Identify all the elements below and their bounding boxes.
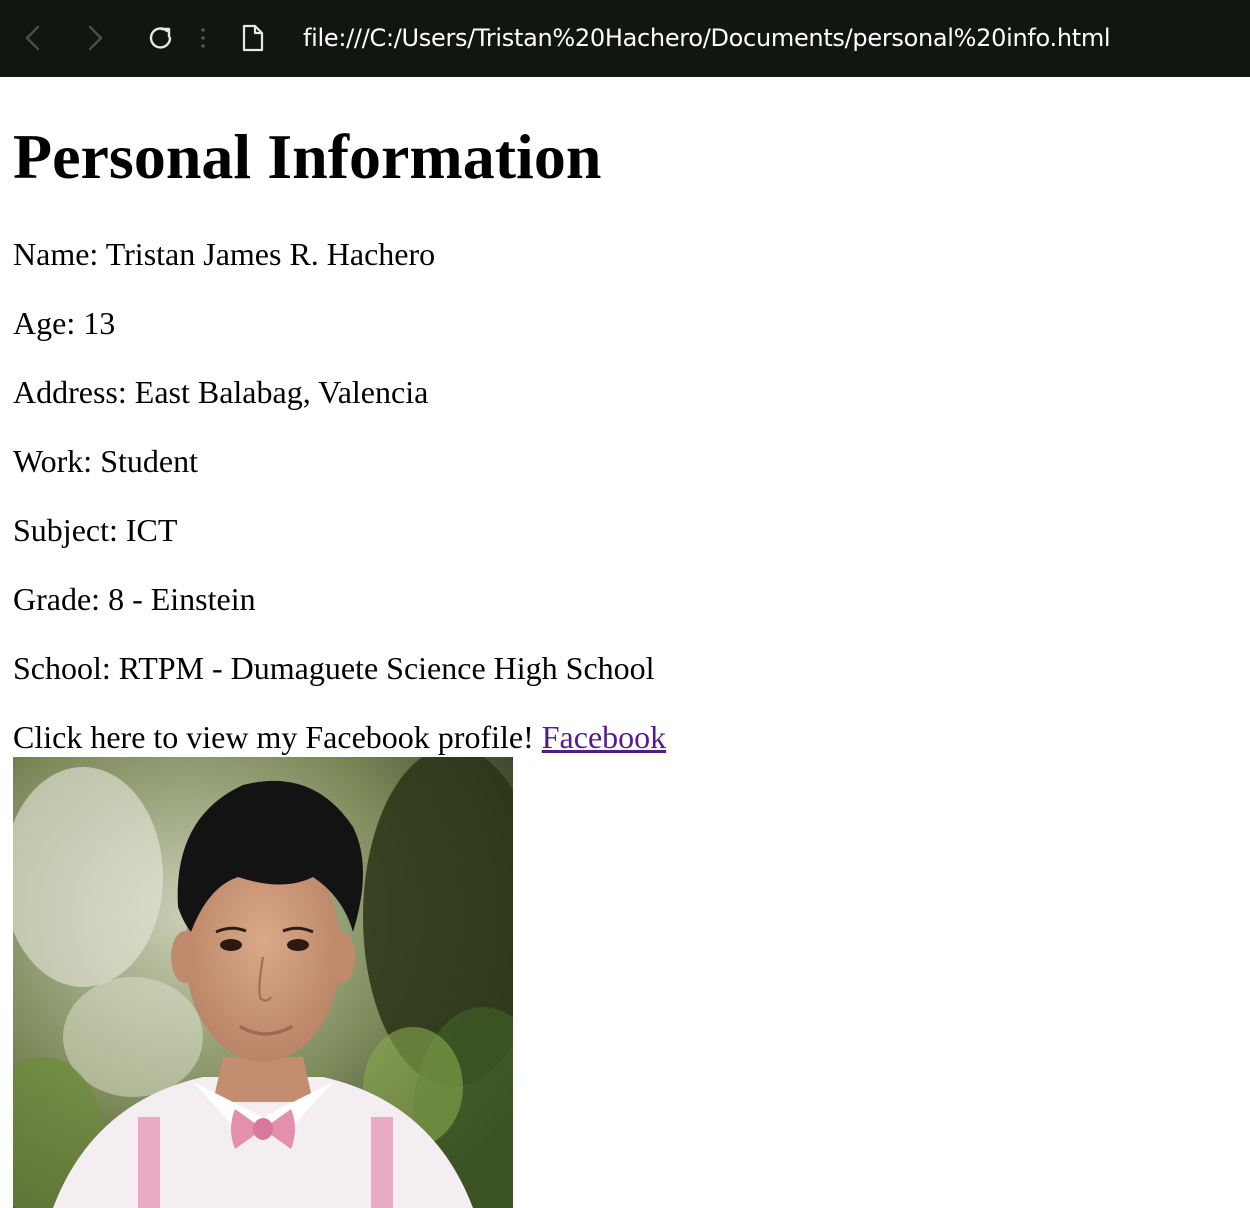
subject-line: Subject: ICT bbox=[13, 512, 178, 548]
page-title: Personal Information bbox=[13, 121, 602, 192]
browser-toolbar: file:///C:/Users/Tristan%20Hachero/Docum… bbox=[0, 0, 1250, 77]
name-line: Name: Tristan James R. Hachero bbox=[13, 236, 436, 272]
reload-icon[interactable] bbox=[142, 19, 180, 57]
grade-line: Grade: 8 - Einstein bbox=[13, 581, 256, 617]
back-icon[interactable] bbox=[14, 19, 52, 57]
age-line: Age: 13 bbox=[13, 305, 116, 341]
facebook-prompt: Click here to view my Facebook profile! bbox=[13, 719, 542, 755]
address-line: Address: East Balabag, Valencia bbox=[13, 374, 429, 410]
page-icon[interactable] bbox=[240, 24, 266, 52]
toolbar-separator bbox=[201, 27, 205, 49]
facebook-link[interactable]: Facebook bbox=[542, 719, 666, 755]
work-line: Work: Student bbox=[13, 443, 198, 479]
school-line: School: RTPM - Dumaguete Science High Sc… bbox=[13, 650, 655, 686]
profile-photo bbox=[13, 757, 513, 1208]
address-bar-url[interactable]: file:///C:/Users/Tristan%20Hachero/Docum… bbox=[303, 19, 1111, 57]
facebook-line: Click here to view my Facebook profile! … bbox=[13, 718, 666, 756]
forward-icon[interactable] bbox=[76, 19, 114, 57]
